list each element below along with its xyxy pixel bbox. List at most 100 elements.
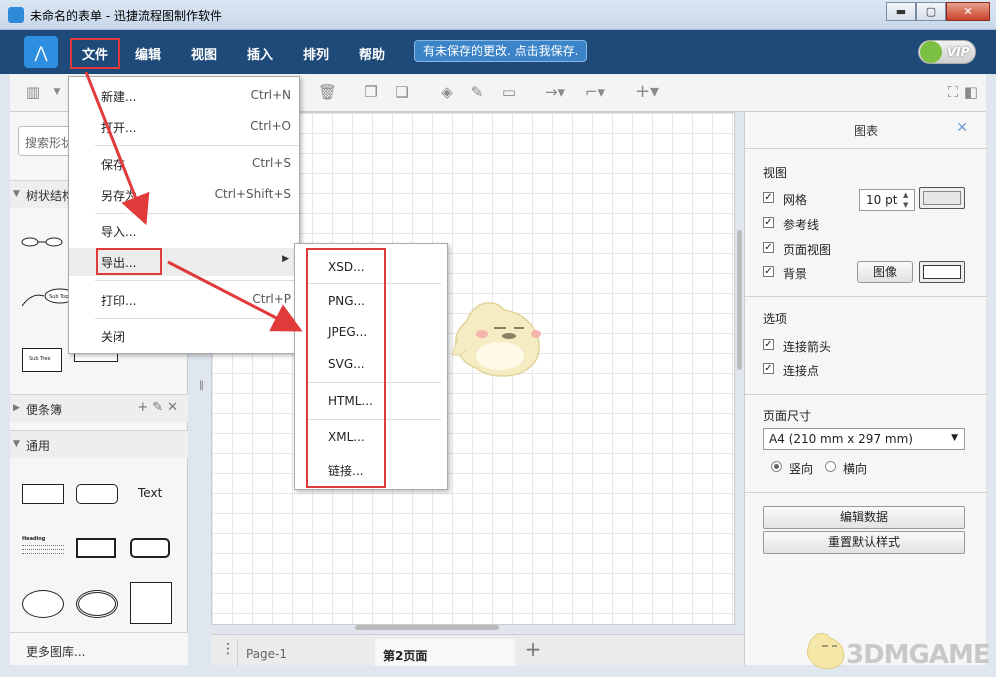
menu-edit[interactable]: 编辑 [135, 44, 161, 63]
caret-down-icon: ▼ [13, 189, 20, 199]
menu-insert[interactable]: 插入 [247, 44, 273, 63]
line-color-icon[interactable]: ✎ [468, 83, 486, 101]
menu-item-save-as[interactable]: 另存为... Ctrl+Shift+S [69, 181, 299, 209]
connect-arrows-checkbox[interactable]: ✓ [763, 339, 774, 350]
menu-help[interactable]: 帮助 [359, 44, 385, 63]
menu-item-close[interactable]: 关闭 [69, 322, 299, 350]
reset-style-button[interactable]: 重置默认样式 [763, 531, 965, 554]
menu-item-label: 保存 [101, 158, 126, 172]
file-menu-dropdown: 新建... Ctrl+N 打开... Ctrl+O 保存 Ctrl+S 另存为.… [68, 76, 300, 354]
sub-tree-text: Sub Tree [29, 356, 51, 362]
to-front-icon[interactable]: ❐ [362, 83, 380, 101]
notepad-tools[interactable]: +✎✕ [137, 400, 182, 415]
format-panel: 图表 ✕ 视图 ✓ 网格 10 pt ▲ ▼ ✓ 参考线 ✓ 页面视图 ✓ 背景 … [744, 112, 987, 665]
shape-rounded-rectangle[interactable] [76, 484, 118, 504]
window-titlebar: 未命名的表单 - 迅捷流程图制作软件 ▬ ▢ ✕ [0, 0, 996, 30]
vip-ball-icon [920, 41, 942, 63]
chevron-down-icon[interactable]: ▼ [48, 83, 66, 101]
watermark-mascot-icon [807, 633, 845, 669]
vip-label: VIP [947, 45, 970, 59]
connection-style-icon[interactable]: →▾ [540, 83, 570, 101]
background-checkbox[interactable]: ✓ [763, 266, 774, 277]
add-page-icon[interactable]: + [521, 637, 545, 663]
menu-item-shortcut: Ctrl+S [251, 156, 291, 170]
menu-item-label: 打印... [101, 294, 137, 308]
menu-bar: ⋀ 文件 编辑 视图 插入 排列 帮助 有未保存的更改. 点击我保存. VIP [0, 30, 996, 74]
landscape-radio[interactable] [825, 461, 836, 472]
delete-icon[interactable]: 🗑 [318, 83, 337, 101]
shape-ellipse[interactable] [22, 590, 64, 618]
shape-heading[interactable]: Heading [22, 536, 70, 564]
background-color-picker[interactable] [919, 261, 965, 283]
format-panel-title: 图表 [853, 124, 878, 138]
menu-arrange[interactable]: 排列 [303, 44, 329, 63]
page-tab-1[interactable]: Page-1 [237, 639, 375, 666]
menu-file[interactable]: 文件 [70, 38, 121, 69]
shape-heading-text: Heading [22, 536, 46, 542]
shape-bold-rectangle[interactable] [76, 538, 116, 558]
menu-view[interactable]: 视图 [191, 44, 217, 63]
caret-down-icon: ▼ [13, 439, 20, 449]
page-view-label: 页面视图 [783, 243, 832, 257]
menu-item-import[interactable]: 导入... [69, 217, 299, 245]
window-controls: ▬ ▢ ✕ [886, 2, 990, 21]
menu-item-new[interactable]: 新建... Ctrl+N [69, 82, 299, 110]
shape-rectangle[interactable] [22, 484, 64, 504]
tree-shape-subtree[interactable]: Sub Tree [22, 348, 62, 372]
page-tab-2[interactable]: 第2页面 [375, 639, 515, 666]
add-icon[interactable]: +▾ [632, 83, 662, 101]
to-back-icon[interactable]: ❏ [393, 83, 411, 101]
section-notepad[interactable]: ▶ 便条簿 +✎✕ [10, 394, 188, 422]
close-icon[interactable]: ✕ [956, 120, 968, 136]
more-shapes-link[interactable]: 更多图库... [10, 632, 188, 665]
grid-checkbox[interactable]: ✓ [763, 192, 774, 203]
grid-size-stepper[interactable]: ▲ ▼ [903, 190, 908, 210]
fullscreen-icon[interactable]: ⛶ [944, 83, 962, 101]
page-view-checkbox[interactable]: ✓ [763, 242, 774, 253]
section-tree-label: 树状结构 [26, 189, 75, 203]
fill-color-icon[interactable]: ◈ [438, 83, 456, 101]
waypoints-icon[interactable]: ⌐▾ [580, 83, 610, 101]
menu-item-save[interactable]: 保存 Ctrl+S [69, 150, 299, 178]
guides-label: 参考线 [783, 218, 820, 232]
view-section-label: 视图 [763, 166, 788, 180]
vip-badge[interactable]: VIP [918, 40, 976, 64]
connect-points-checkbox[interactable]: ✓ [763, 363, 774, 374]
horizontal-scrollbar[interactable] [355, 625, 499, 630]
minimize-button[interactable]: ▬ [886, 2, 916, 21]
section-general-label: 通用 [26, 439, 51, 453]
background-image-button[interactable]: 图像 [857, 261, 913, 283]
shape-bold-rounded-rectangle[interactable] [130, 538, 170, 558]
shadow-icon[interactable]: ▭ [500, 83, 518, 101]
maximize-button[interactable]: ▢ [916, 2, 946, 21]
portrait-radio[interactable] [771, 461, 782, 472]
shape-text[interactable]: Text [138, 486, 162, 500]
guides-checkbox[interactable]: ✓ [763, 217, 774, 228]
shape-square[interactable] [130, 582, 172, 624]
tree-shape-connector[interactable] [20, 230, 64, 254]
menu-item-shortcut: Ctrl+N [250, 88, 291, 102]
close-window-button[interactable]: ✕ [946, 2, 990, 21]
menu-item-open[interactable]: 打开... Ctrl+O [69, 113, 299, 141]
panel-splitter-handle[interactable]: ‖ [199, 380, 204, 391]
grid-color-picker[interactable] [919, 187, 965, 209]
panel-layout-icon[interactable]: ▥ [24, 83, 42, 101]
shape-double-ellipse[interactable] [76, 590, 118, 618]
menu-item-print[interactable]: 打印... Ctrl+P [69, 286, 299, 314]
section-general[interactable]: ▼ 通用 [10, 430, 188, 458]
connect-arrows-label: 连接箭头 [783, 340, 832, 354]
vertical-scrollbar[interactable] [737, 230, 742, 370]
menu-item-label: 关闭 [101, 330, 126, 344]
annotation-box-export-formats [306, 248, 386, 488]
page-menu-icon[interactable]: ⋮ [221, 641, 235, 657]
app-icon [8, 7, 24, 23]
page-size-value: A4 (210 mm x 297 mm) [769, 432, 913, 446]
section-notepad-label: 便条簿 [26, 403, 63, 417]
mascot-illustration [452, 302, 541, 377]
format-panel-icon[interactable]: ◧ [962, 83, 980, 101]
unsaved-changes-notice[interactable]: 有未保存的更改. 点击我保存. [414, 40, 588, 62]
portrait-label: 竖向 [789, 462, 814, 476]
page-size-select[interactable]: A4 (210 mm x 297 mm) ▼ [763, 428, 965, 450]
submenu-arrow-icon: ▶ [282, 254, 289, 264]
edit-data-button[interactable]: 编辑数据 [763, 506, 965, 529]
